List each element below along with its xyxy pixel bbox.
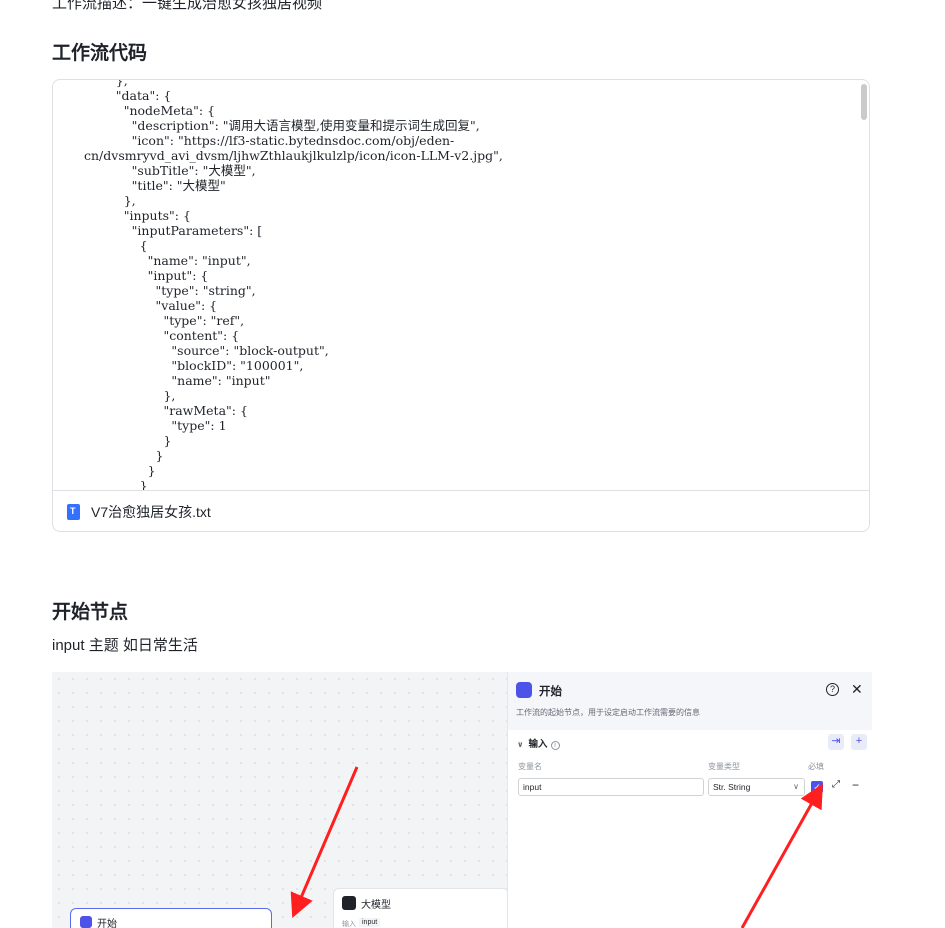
start-node-card: 开始	[70, 908, 272, 928]
attachment-bar[interactable]: V7治愈独居女孩.txt	[53, 490, 869, 531]
info-icon: i	[550, 741, 560, 750]
start-node-description: input 主题 如日常生活	[52, 637, 198, 654]
code-text: }, "data": { "nodeMeta": { "description"…	[84, 80, 503, 490]
add-icon: +	[851, 734, 867, 750]
llm-input-chip: input	[359, 918, 381, 927]
workflow-description: 工作流描述：一键生成治愈女孩独居视频	[52, 0, 323, 12]
input-section-header: ∨ 输入 i	[517, 736, 560, 750]
help-icon: ?	[826, 683, 839, 696]
section-title-start-node: 开始节点	[52, 602, 129, 623]
column-variable-name: 变量名	[518, 762, 542, 771]
variable-name-field: input	[518, 778, 704, 796]
variable-type-value: Str. String	[713, 782, 751, 792]
code-scrollbar[interactable]	[861, 84, 867, 120]
code-block[interactable]: }, "data": { "nodeMeta": { "description"…	[52, 79, 870, 532]
close-icon: ✕	[851, 681, 863, 697]
llm-input-label: 输入	[342, 921, 356, 928]
required-checkbox: ✓	[811, 781, 823, 793]
variable-type-select: Str. String ∨	[708, 778, 805, 796]
chevron-down-icon: ∨	[517, 740, 524, 749]
llm-node-card: 大模型 输入 input	[333, 888, 509, 928]
start-node-icon	[516, 682, 532, 698]
column-required: 必填	[808, 762, 824, 771]
panel-header: 开始 ? ✕ 工作流的起始节点，用于设定启动工作流需要的信息	[508, 672, 872, 730]
llm-node-icon	[342, 896, 356, 910]
attachment-file-name[interactable]: V7治愈独居女孩.txt	[91, 502, 211, 522]
code-area[interactable]: }, "data": { "nodeMeta": { "description"…	[53, 80, 869, 490]
text-file-icon	[67, 503, 80, 520]
expand-icon: ⤢	[832, 779, 840, 790]
minus-icon: −	[852, 778, 860, 792]
column-variable-type: 变量类型	[708, 762, 740, 771]
input-section-label: 输入	[528, 739, 548, 750]
panel-description: 工作流的起始节点，用于设定启动工作流需要的信息	[516, 708, 700, 717]
panel-title: 开始	[539, 686, 562, 698]
start-node-title: 开始	[97, 919, 117, 928]
chevron-down-icon: ∨	[793, 782, 799, 791]
section-title-code: 工作流代码	[52, 43, 148, 64]
import-icon: ⇥	[828, 734, 844, 750]
embedded-screenshot: 开始 大模型 输入 input 开始 ? ✕ 工作流的起始节点，用于设定启动工作…	[52, 672, 872, 928]
llm-node-title: 大模型	[361, 900, 391, 911]
start-node-icon	[80, 916, 92, 928]
start-node-panel: 开始 ? ✕ 工作流的起始节点，用于设定启动工作流需要的信息 ∨ 输入 i ⇥ + …	[507, 672, 872, 928]
